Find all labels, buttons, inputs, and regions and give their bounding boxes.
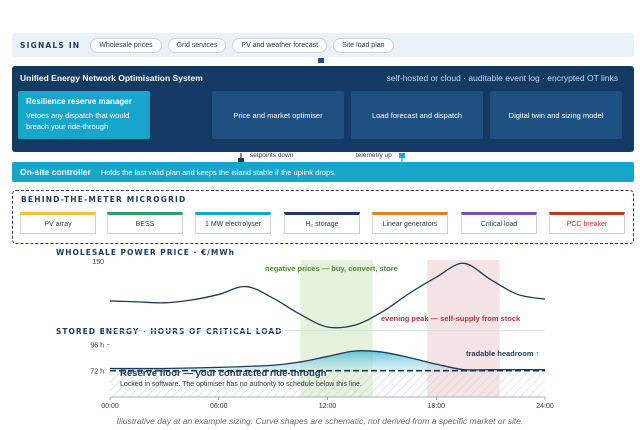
x-tick-label: 24:00 [536, 403, 554, 410]
evening-peak-note: evening peak — self-supply from stock [381, 314, 521, 323]
energy-ytick-label: 96 h [90, 342, 104, 349]
tradable-headroom-label: tradable headroom ↑ [466, 349, 540, 358]
x-tick-label: 00:00 [101, 403, 119, 410]
charts-canvas: 0 150 72 h 96 h 00:00 06:00 12:00 18:00 24:00 [90, 259, 554, 410]
price-ytick-label: 0 [100, 329, 104, 336]
x-tick-label: 12:00 [319, 403, 337, 410]
energy-ytick-label: 72 h [90, 369, 104, 376]
figure-caption: Illustrative day at an example sizing. C… [116, 416, 524, 426]
x-tick-label: 18:00 [427, 403, 445, 410]
reserve-floor-description: Locked in software. The optimiser has no… [120, 381, 362, 388]
x-tick-label: 06:00 [210, 403, 228, 410]
price-ytick-label: 150 [92, 259, 104, 266]
negative-prices-note: negative prices — buy, convert, store [265, 264, 398, 273]
reserve-floor-title: Reserve floor — your contracted ride-thr… [120, 368, 327, 379]
